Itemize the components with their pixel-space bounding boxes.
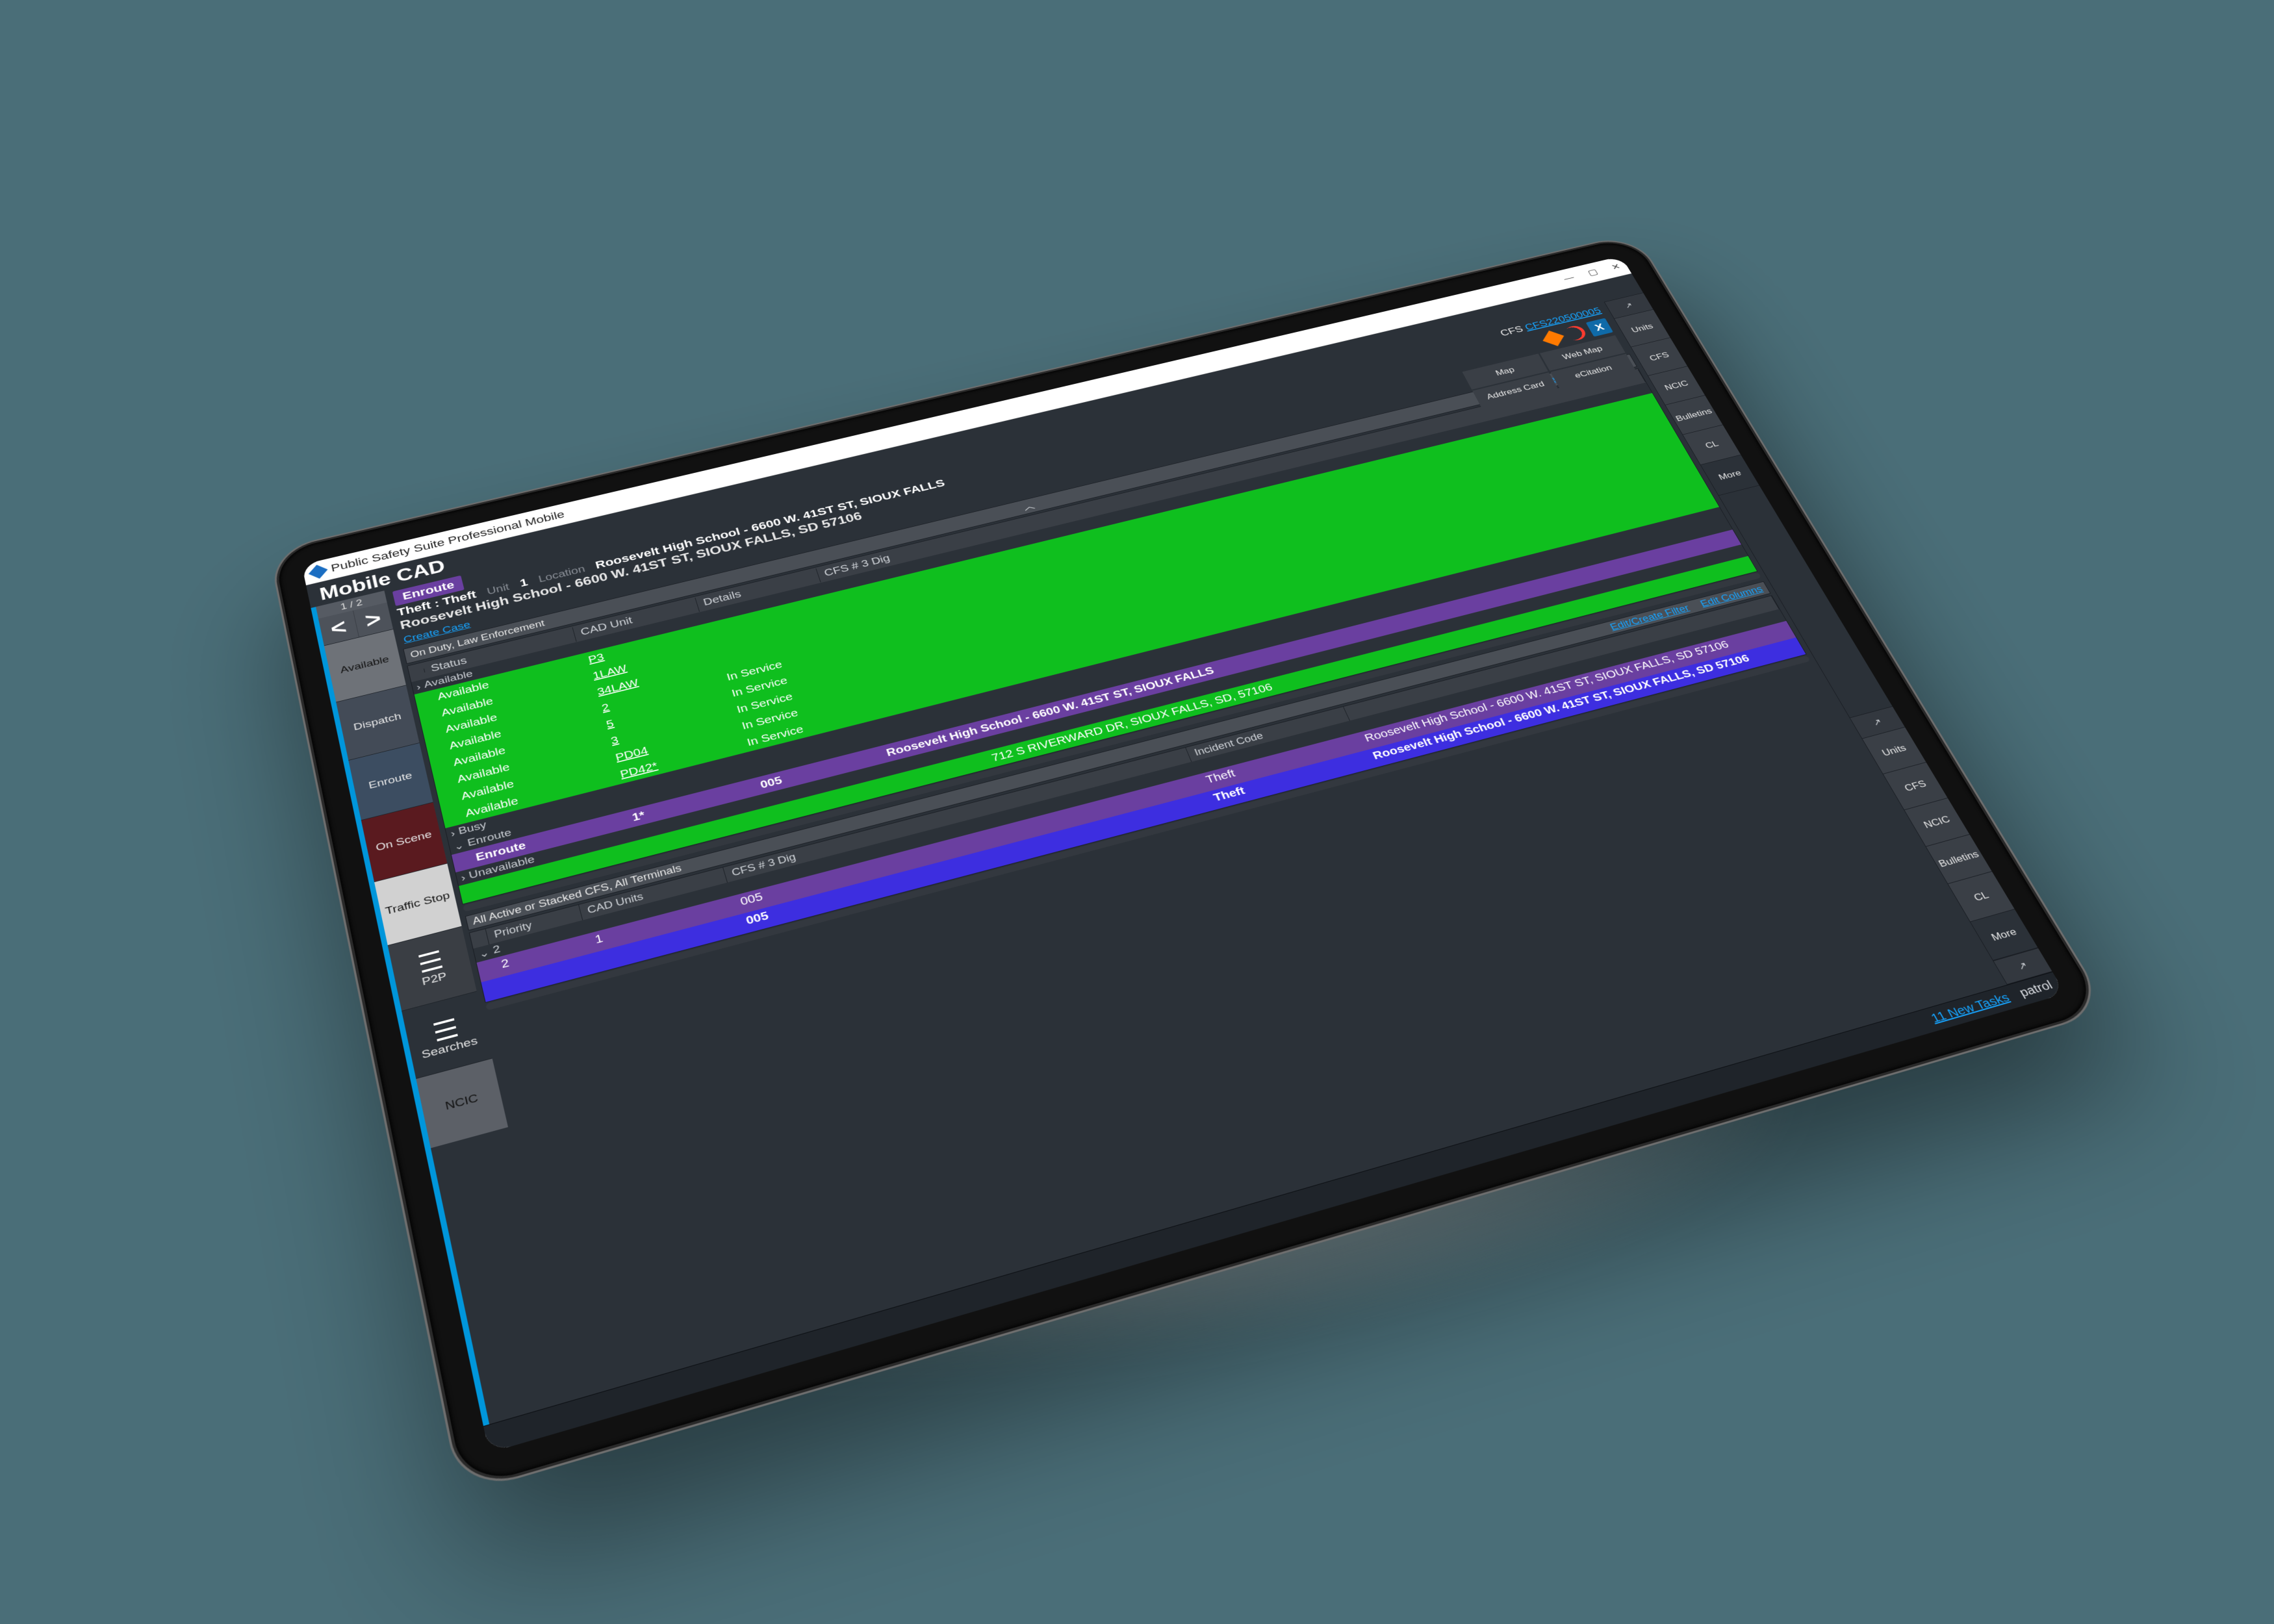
tablet-scene: Public Safety Suite Professional Mobile …: [357, 216, 1917, 1320]
nav-p2p-button[interactable]: P2P: [388, 926, 477, 1011]
cfs-filter-text[interactable]: All Active or Stacked CFS, All Terminals: [472, 863, 683, 928]
rail-bot-bulletins[interactable]: Bulletins: [1926, 835, 1992, 884]
units-col-header[interactable]: [409, 668, 426, 676]
window-maximize-button[interactable]: ▢: [1586, 268, 1600, 278]
app-body: Mobile CAD 1 / 2 < > Availa: [306, 273, 2065, 1453]
nav-traffic-button[interactable]: Traffic Stop: [374, 863, 462, 945]
alert-icon: [1563, 324, 1589, 342]
window-close-button[interactable]: ✕: [1609, 262, 1622, 272]
nav-ncic-button[interactable]: NCIC: [416, 1058, 508, 1148]
window-minimize-button[interactable]: —: [1562, 273, 1576, 283]
rail-bot-cl[interactable]: CL: [1948, 872, 2014, 922]
app-logo-icon: [309, 565, 328, 578]
cfs-col-header[interactable]: CAD Units: [579, 867, 728, 920]
nav-search-button[interactable]: Searches: [402, 991, 492, 1078]
role-label: patrol: [2017, 979, 2056, 1000]
nav-onscene-button[interactable]: On Scene: [361, 802, 447, 882]
tablet: Public Safety Suite Professional Mobile …: [274, 236, 2104, 1489]
app-layout: 1 / 2 < > AvailableDispatchEnrouteOn Sce…: [311, 292, 2052, 1426]
main-center: Enroute Theft : Theft Unit 1 Location Ro…: [384, 302, 2007, 1401]
screen: Public Safety Suite Professional Mobile …: [301, 256, 2065, 1453]
rail-bot-more[interactable]: More: [1971, 909, 2038, 961]
new-tasks-link[interactable]: 11 New Tasks: [1929, 991, 2012, 1026]
rail-bot-cfs[interactable]: CFS: [1884, 763, 1948, 810]
cfs-col-header[interactable]: [470, 929, 489, 948]
tablet-frame: Public Safety Suite Professional Mobile …: [274, 236, 2104, 1489]
rail-resize-bot[interactable]: ↗: [1993, 948, 2052, 985]
rail-bot-ncic[interactable]: NCIC: [1904, 798, 1969, 847]
cfs-col-header[interactable]: Priority: [486, 905, 583, 945]
hazard-icon: [1542, 331, 1564, 346]
